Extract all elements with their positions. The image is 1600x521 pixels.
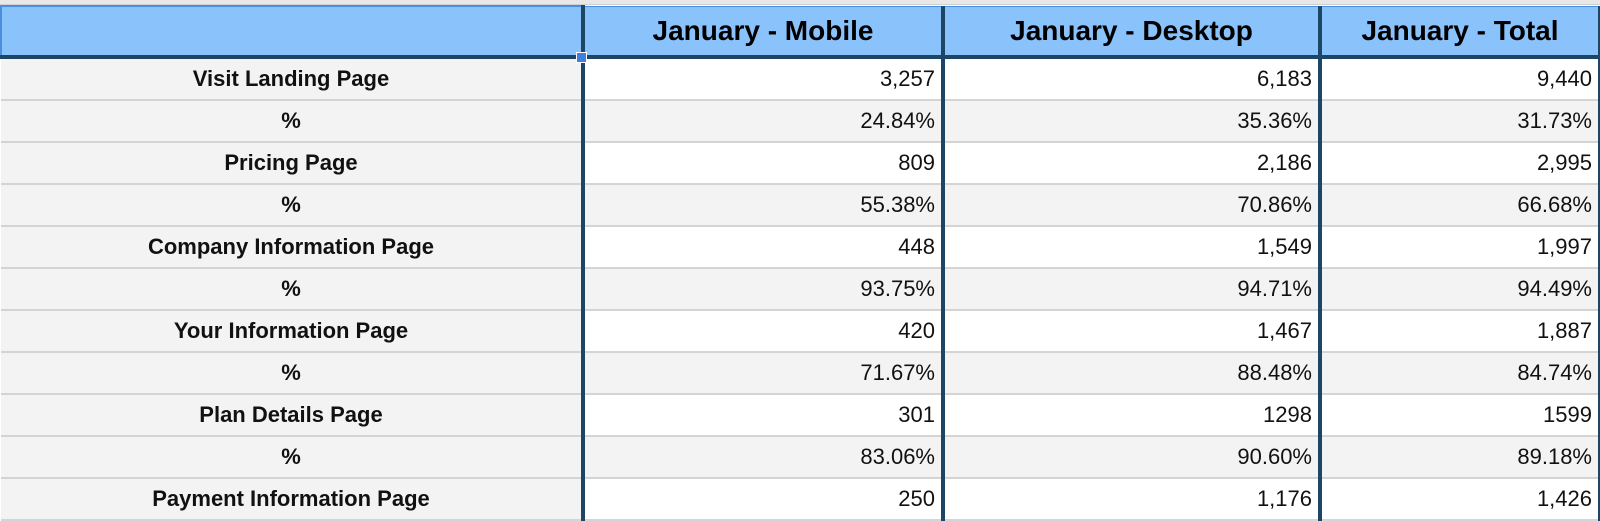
table-row: % 83.06% 90.60% 89.18% — [1, 436, 1600, 479]
table-row: Pricing Page 809 2,186 2,995 — [1, 142, 1600, 185]
cell-total[interactable]: 1,887 — [1318, 310, 1600, 353]
cell-desktop[interactable]: 2,186 — [941, 142, 1320, 185]
table-row: Your Information Page 420 1,467 1,887 — [1, 310, 1600, 353]
cell-desktop[interactable]: 70.86% — [941, 184, 1320, 227]
table-row: % 71.67% 88.48% 84.74% — [1, 352, 1600, 395]
cell-desktop[interactable]: 6,183 — [941, 57, 1320, 101]
cell-total[interactable]: 1,426 — [1318, 478, 1600, 521]
cell-total[interactable]: 66.68% — [1318, 184, 1600, 227]
row-label[interactable]: Pricing Page — [1, 142, 583, 185]
cell-mobile[interactable]: 250 — [581, 478, 943, 521]
cell-desktop[interactable]: 1,467 — [941, 310, 1320, 353]
row-label[interactable]: Your Information Page — [1, 310, 583, 353]
cell-total[interactable]: 1,997 — [1318, 226, 1600, 269]
funnel-table: January - Mobile January - Desktop Janua… — [0, 5, 1600, 521]
cell-total[interactable]: 1599 — [1318, 394, 1600, 437]
cell-total[interactable]: 84.74% — [1318, 352, 1600, 395]
row-label[interactable]: Plan Details Page — [1, 394, 583, 437]
row-label[interactable]: % — [1, 100, 583, 143]
header-mobile[interactable]: January - Mobile — [581, 5, 943, 59]
row-label[interactable]: % — [1, 184, 583, 227]
cell-total[interactable]: 31.73% — [1318, 100, 1600, 143]
cell-desktop[interactable]: 88.48% — [941, 352, 1320, 395]
cell-desktop[interactable]: 90.60% — [941, 436, 1320, 479]
cell-desktop[interactable]: 1,176 — [941, 478, 1320, 521]
cell-total[interactable]: 2,995 — [1318, 142, 1600, 185]
fill-handle[interactable] — [576, 52, 587, 63]
row-label[interactable]: % — [1, 268, 583, 311]
table-row: % 55.38% 70.86% 66.68% — [1, 184, 1600, 227]
cell-total[interactable]: 9,440 — [1318, 57, 1600, 101]
table-row: % 93.75% 94.71% 94.49% — [1, 268, 1600, 311]
header-total[interactable]: January - Total — [1318, 5, 1600, 59]
cell-desktop[interactable]: 94.71% — [941, 268, 1320, 311]
cell-mobile[interactable]: 55.38% — [581, 184, 943, 227]
cell-mobile[interactable]: 71.67% — [581, 352, 943, 395]
cell-mobile[interactable]: 3,257 — [581, 57, 943, 101]
table-row: Visit Landing Page 3,257 6,183 9,440 — [1, 57, 1600, 101]
cell-mobile[interactable]: 301 — [581, 394, 943, 437]
row-label[interactable]: Visit Landing Page — [1, 57, 583, 101]
header-row: January - Mobile January - Desktop Janua… — [0, 5, 1600, 63]
row-label[interactable]: % — [1, 352, 583, 395]
cell-mobile[interactable]: 93.75% — [581, 268, 943, 311]
row-label[interactable]: Payment Information Page — [1, 478, 583, 521]
cell-mobile[interactable]: 448 — [581, 226, 943, 269]
cell-mobile[interactable]: 809 — [581, 142, 943, 185]
cell-desktop[interactable]: 35.36% — [941, 100, 1320, 143]
cell-total[interactable]: 94.49% — [1318, 268, 1600, 311]
table-row: Payment Information Page 250 1,176 1,426 — [1, 478, 1600, 521]
selected-corner-cell[interactable] — [0, 5, 587, 63]
row-label[interactable]: % — [1, 436, 583, 479]
cell-desktop[interactable]: 1,549 — [941, 226, 1320, 269]
table-row: Plan Details Page 301 1298 1599 — [1, 394, 1600, 437]
header-desktop[interactable]: January - Desktop — [941, 5, 1320, 59]
cell-desktop[interactable]: 1298 — [941, 394, 1320, 437]
table-row: % 24.84% 35.36% 31.73% — [1, 100, 1600, 143]
row-label[interactable]: Company Information Page — [1, 226, 583, 269]
cell-mobile[interactable]: 24.84% — [581, 100, 943, 143]
cell-mobile[interactable]: 420 — [581, 310, 943, 353]
cell-mobile[interactable]: 83.06% — [581, 436, 943, 479]
table-row: Company Information Page 448 1,549 1,997 — [1, 226, 1600, 269]
cell-total[interactable]: 89.18% — [1318, 436, 1600, 479]
